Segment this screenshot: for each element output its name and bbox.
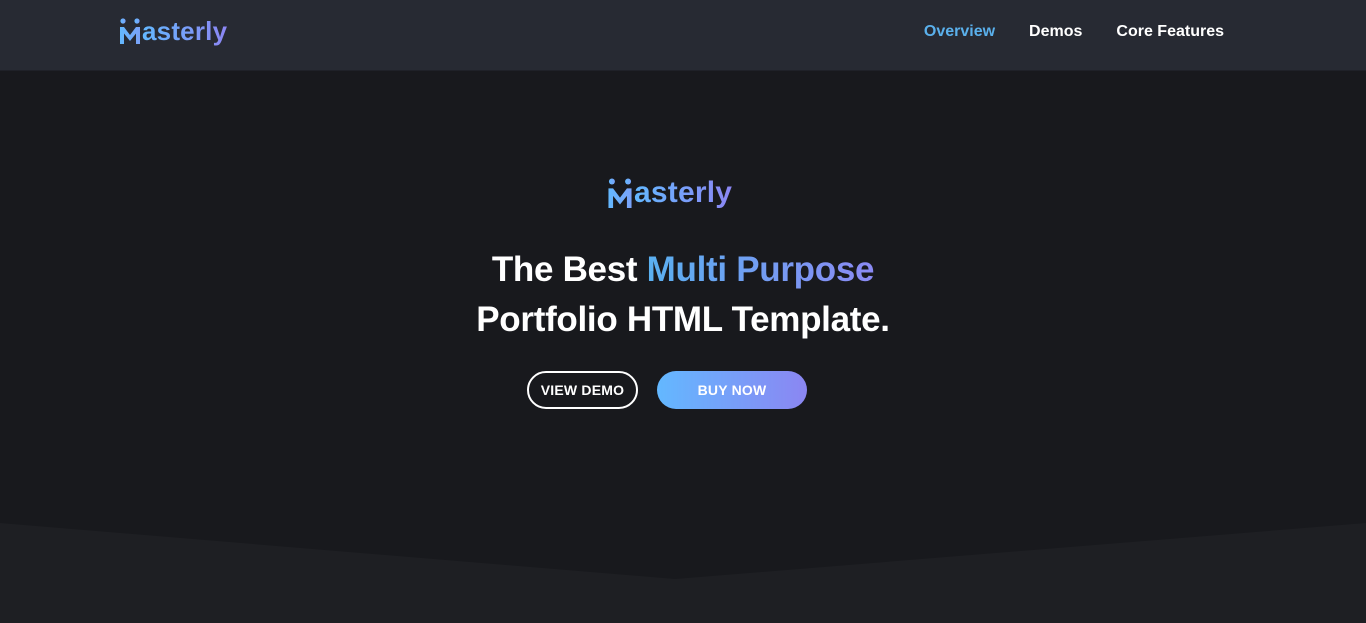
masterly-m-logo-icon (120, 18, 140, 44)
nav-link-overview[interactable]: Overview (924, 22, 995, 42)
hero-logo-text: asterly (634, 176, 733, 209)
nav-link-core-features[interactable]: Core Features (1116, 22, 1224, 42)
headline-line2: Portfolio HTML Template. (476, 300, 890, 339)
view-demo-button[interactable]: VIEW DEMO (527, 371, 638, 409)
navbar-logo-text: asterly (142, 15, 228, 46)
masterly-m-logo-icon (608, 178, 632, 208)
nav-link-demos[interactable]: Demos (1029, 22, 1082, 42)
headline-part1: The Best (491, 250, 647, 289)
hero-headline: The Best Multi Purpose Portfolio HTML Te… (0, 245, 1366, 345)
hero-logo: asterly (607, 175, 732, 211)
hero-cta-row: VIEW DEMO BUY NOW (527, 371, 807, 409)
main-nav: Overview Demos Core Features (924, 22, 1224, 42)
hero-bottom-shape (0, 523, 1366, 623)
top-navbar: asterly Overview Demos Core Features (0, 0, 1366, 71)
headline-accent: Multi Purpose (646, 250, 875, 289)
navbar-logo[interactable]: asterly (119, 16, 227, 46)
buy-now-button[interactable]: BUY NOW (657, 371, 807, 409)
hero-section: asterly The Best Multi Purpose Portfolio… (0, 71, 1366, 623)
